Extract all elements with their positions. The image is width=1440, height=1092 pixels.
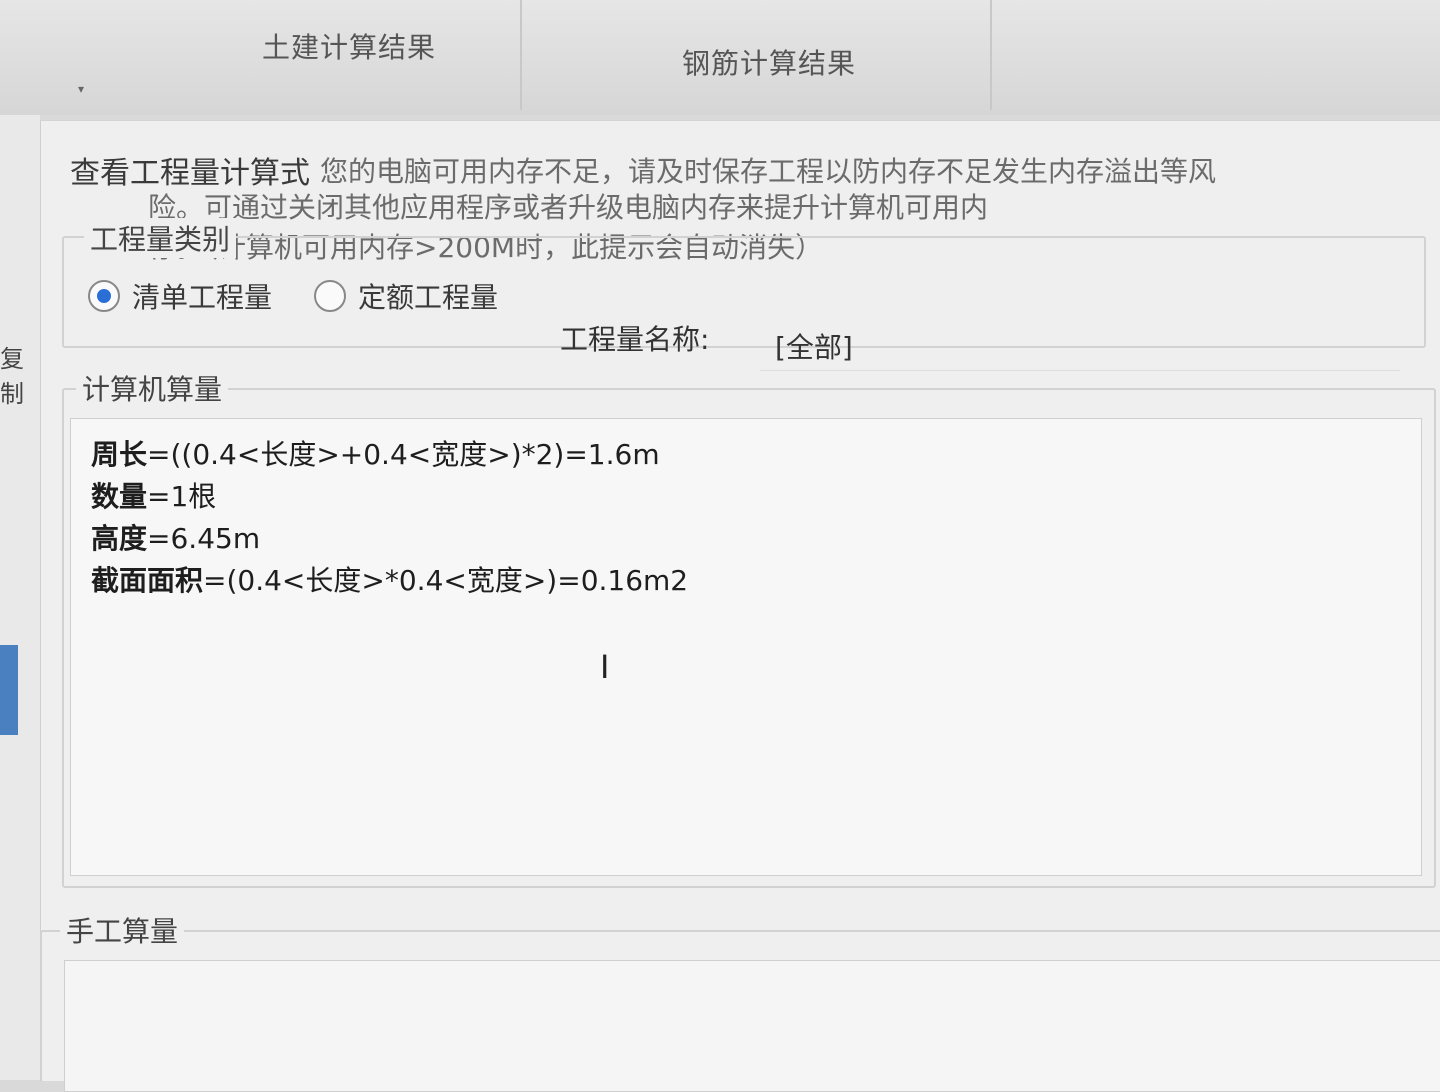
radio-bill-quantity-label: 清单工程量 [132, 281, 273, 314]
tab-rebar-results[interactable]: 钢筋计算结果 [682, 42, 856, 82]
text-cursor-icon: I [600, 648, 610, 686]
underlying-window-edge: 复制 [0, 115, 40, 1080]
radio-selected-icon[interactable] [88, 280, 120, 312]
memory-warning-line1: 您的电脑可用内存不足，请及时保存工程以防内存不足发生内存溢出等风 [320, 155, 1217, 188]
tab-separator [990, 0, 992, 110]
formula-line: 高度=6.45m [91, 522, 261, 555]
manual-calc-group: 手工算量 [40, 910, 1440, 1092]
formula-text-area[interactable]: 周长=((0.4<长度>+0.4<宽度>)*2)=1.6m 数量=1根 高度=6… [70, 418, 1422, 876]
formula-line: 周长=((0.4<长度>+0.4<宽度>)*2)=1.6m [91, 438, 660, 471]
computer-calc-group: 计算机算量 周长=((0.4<长度>+0.4<宽度>)*2)=1.6m 数量=1… [62, 368, 1436, 888]
radio-unselected-icon[interactable] [314, 280, 346, 312]
formula-line: 截面面积=(0.4<长度>*0.4<宽度>)=0.16m2 [91, 564, 689, 597]
quantity-name-label: 工程量名称: [560, 323, 710, 356]
manual-formula-input[interactable] [64, 960, 1440, 1092]
radio-quota-quantity[interactable]: 定额工程量 [314, 276, 498, 316]
chevron-down-icon[interactable]: ▾ [78, 82, 84, 96]
radio-bill-quantity[interactable]: 清单工程量 [88, 276, 272, 316]
radio-quota-quantity-label: 定额工程量 [358, 281, 499, 314]
computer-calc-title: 计算机算量 [76, 368, 229, 408]
copy-button[interactable]: 复制 [0, 339, 40, 409]
quantity-name-value[interactable]: [全部] [775, 326, 853, 366]
manual-calc-title: 手工算量 [60, 910, 185, 950]
tab-civil-results[interactable]: 土建计算结果 [262, 26, 436, 66]
selection-highlight [0, 645, 18, 735]
quantity-type-title: 工程量类别 [84, 218, 237, 258]
tab-separator [520, 0, 522, 110]
result-tab-bar: 土建计算结果 钢筋计算结果 ▾ [0, 0, 1440, 115]
memory-warning-line2: 险。可通过关闭其他应用程序或者升级电脑内存来提升计算机可用内 [148, 191, 989, 224]
formula-line: 数量=1根 [91, 480, 217, 513]
quantity-name-select[interactable] [760, 312, 1400, 371]
